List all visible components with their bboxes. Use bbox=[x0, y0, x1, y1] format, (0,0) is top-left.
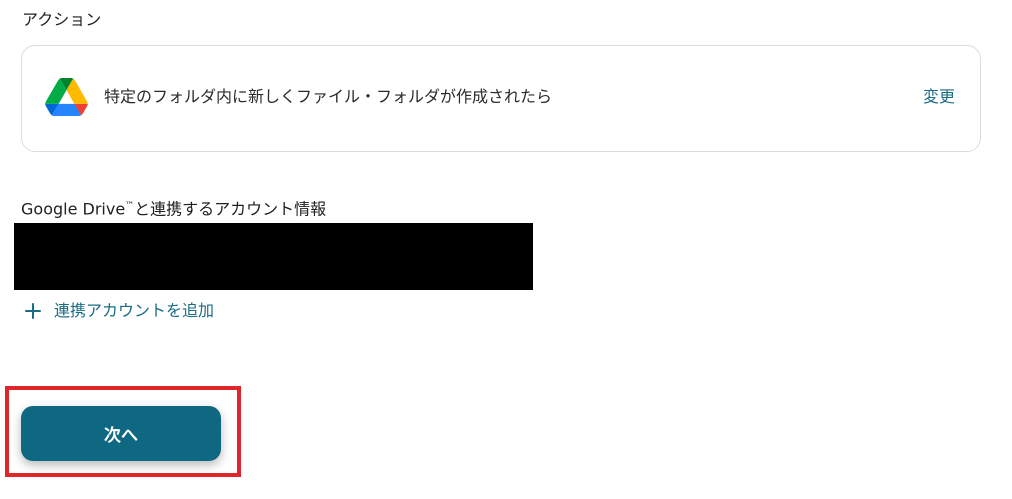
page: アクション 特定のフォルダ内に新しくファイル・フォルダが作成されたら 変更 Go… bbox=[0, 0, 1012, 499]
add-account-label: 連携アカウントを追加 bbox=[54, 301, 215, 320]
account-info-redacted bbox=[14, 223, 533, 290]
section-title: アクション bbox=[22, 10, 102, 29]
next-button[interactable]: 次へ bbox=[21, 406, 221, 461]
account-section-label: Google Drive™と連携するアカウント情報 bbox=[21, 195, 326, 220]
account-label-suffix: と連携するアカウント情報 bbox=[134, 199, 327, 219]
action-card: 特定のフォルダ内に新しくファイル・フォルダが作成されたら 変更 bbox=[21, 45, 981, 152]
google-drive-icon bbox=[45, 78, 88, 116]
trademark-mark: ™ bbox=[125, 201, 135, 211]
plus-icon bbox=[24, 302, 42, 320]
account-label-service: Google Drive bbox=[21, 199, 126, 219]
action-description: 特定のフォルダ内に新しくファイル・フォルダが作成されたら bbox=[104, 87, 553, 106]
add-account-link[interactable]: 連携アカウントを追加 bbox=[24, 300, 214, 322]
change-link[interactable]: 変更 bbox=[923, 86, 955, 108]
